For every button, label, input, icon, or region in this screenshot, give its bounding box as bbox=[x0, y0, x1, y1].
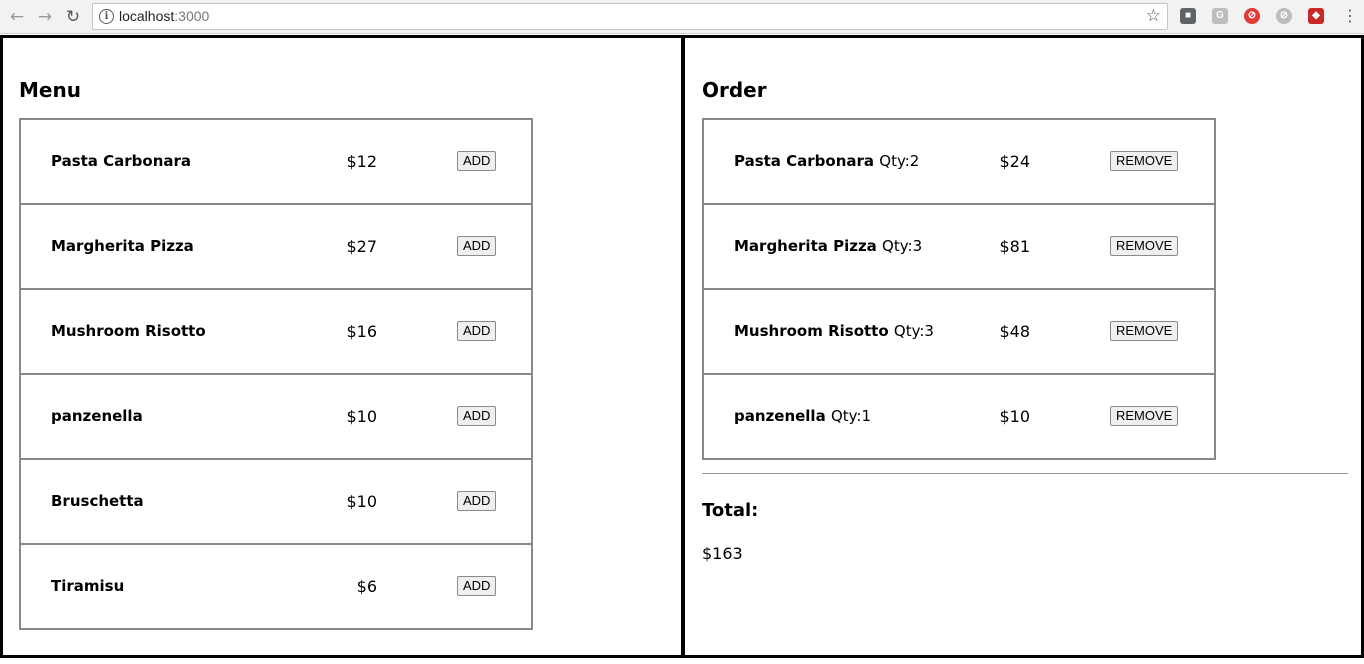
back-icon[interactable]: ← bbox=[6, 6, 28, 28]
add-button[interactable]: ADD bbox=[457, 576, 497, 596]
menu-item: Bruschetta $10 ADD bbox=[19, 458, 533, 545]
menu-item-name: Pasta Carbonara bbox=[51, 152, 192, 170]
order-item: panzenella Qty:1 $10 REMOVE bbox=[702, 373, 1216, 460]
add-button[interactable]: ADD bbox=[457, 491, 497, 511]
menu-item-name: Tiramisu bbox=[51, 577, 125, 595]
menu-item-price: $6 bbox=[356, 577, 377, 596]
forward-icon[interactable]: → bbox=[34, 6, 56, 28]
browser-menu-icon[interactable]: ⋮ bbox=[1342, 5, 1358, 27]
divider bbox=[702, 473, 1348, 474]
order-item-name: Mushroom Risotto Qty:3 bbox=[734, 322, 934, 340]
order-item-qty: Qty:3 bbox=[893, 322, 934, 340]
remove-button[interactable]: REMOVE bbox=[1110, 236, 1179, 256]
order-item: Mushroom Risotto Qty:3 $48 REMOVE bbox=[702, 288, 1216, 375]
browser-toolbar: ← → ↻ i localhost:3000 ☆ ■ G ⊘ ⊘ ◆ ⋮ bbox=[0, 0, 1364, 34]
add-button[interactable]: ADD bbox=[457, 151, 497, 171]
menu-item-name: panzenella bbox=[51, 407, 143, 425]
total-value: $163 bbox=[702, 544, 743, 563]
remove-button[interactable]: REMOVE bbox=[1110, 321, 1179, 341]
order-panel: Order Pasta Carbonara Qty:2 $24 REMOVE M… bbox=[681, 35, 1364, 658]
order-item-qty: Qty:2 bbox=[879, 152, 920, 170]
total-label: Total: bbox=[702, 500, 759, 521]
add-button[interactable]: ADD bbox=[457, 236, 497, 256]
remove-button[interactable]: REMOVE bbox=[1110, 151, 1179, 171]
extension-disabled-icon[interactable]: ⊘ bbox=[1276, 8, 1292, 24]
menu-list: Pasta Carbonara $12 ADD Margherita Pizza… bbox=[19, 118, 533, 630]
extension-g-icon[interactable]: G bbox=[1212, 8, 1228, 24]
order-item-price: $10 bbox=[999, 407, 1030, 426]
address-bar[interactable]: i localhost:3000 ☆ bbox=[92, 3, 1168, 30]
menu-panel: Menu Pasta Carbonara $12 ADD Margherita … bbox=[0, 35, 685, 658]
menu-item: Pasta Carbonara $12 ADD bbox=[19, 118, 533, 205]
url-text[interactable]: localhost:3000 bbox=[119, 8, 209, 24]
menu-item-price: $10 bbox=[346, 492, 377, 511]
order-item-price: $48 bbox=[999, 322, 1030, 341]
order-item-name: Pasta Carbonara Qty:2 bbox=[734, 152, 920, 170]
menu-item-price: $12 bbox=[346, 152, 377, 171]
bookmark-star-icon[interactable]: ☆ bbox=[1146, 6, 1161, 26]
add-button[interactable]: ADD bbox=[457, 406, 497, 426]
extension-avatar-icon[interactable]: ◆ bbox=[1308, 8, 1324, 24]
order-list: Pasta Carbonara Qty:2 $24 REMOVE Margher… bbox=[702, 118, 1216, 460]
menu-item: panzenella $10 ADD bbox=[19, 373, 533, 460]
menu-item-name: Margherita Pizza bbox=[51, 237, 194, 255]
menu-item: Tiramisu $6 ADD bbox=[19, 543, 533, 630]
order-item-qty: Qty:3 bbox=[882, 237, 923, 255]
menu-title: Menu bbox=[19, 78, 81, 102]
order-item: Margherita Pizza Qty:3 $81 REMOVE bbox=[702, 203, 1216, 290]
menu-item-name: Bruschetta bbox=[51, 492, 144, 510]
order-title: Order bbox=[702, 78, 767, 102]
order-item-qty: Qty:1 bbox=[830, 407, 872, 425]
order-item-name: Margherita Pizza Qty:3 bbox=[734, 237, 923, 255]
extension-icon[interactable]: ■ bbox=[1180, 8, 1196, 24]
info-icon[interactable]: i bbox=[99, 9, 114, 24]
menu-item-name: Mushroom Risotto bbox=[51, 322, 206, 340]
order-item: Pasta Carbonara Qty:2 $24 REMOVE bbox=[702, 118, 1216, 205]
order-item-price: $81 bbox=[999, 237, 1030, 256]
order-item-price: $24 bbox=[999, 152, 1030, 171]
menu-item-price: $16 bbox=[346, 322, 377, 341]
order-item-name: panzenella Qty:1 bbox=[734, 407, 872, 425]
reload-icon[interactable]: ↻ bbox=[62, 6, 84, 28]
remove-button[interactable]: REMOVE bbox=[1110, 406, 1179, 426]
menu-item-price: $27 bbox=[346, 237, 377, 256]
menu-item: Mushroom Risotto $16 ADD bbox=[19, 288, 533, 375]
menu-item-price: $10 bbox=[346, 407, 377, 426]
add-button[interactable]: ADD bbox=[457, 321, 497, 341]
menu-item: Margherita Pizza $27 ADD bbox=[19, 203, 533, 290]
extension-block-icon[interactable]: ⊘ bbox=[1244, 8, 1260, 24]
